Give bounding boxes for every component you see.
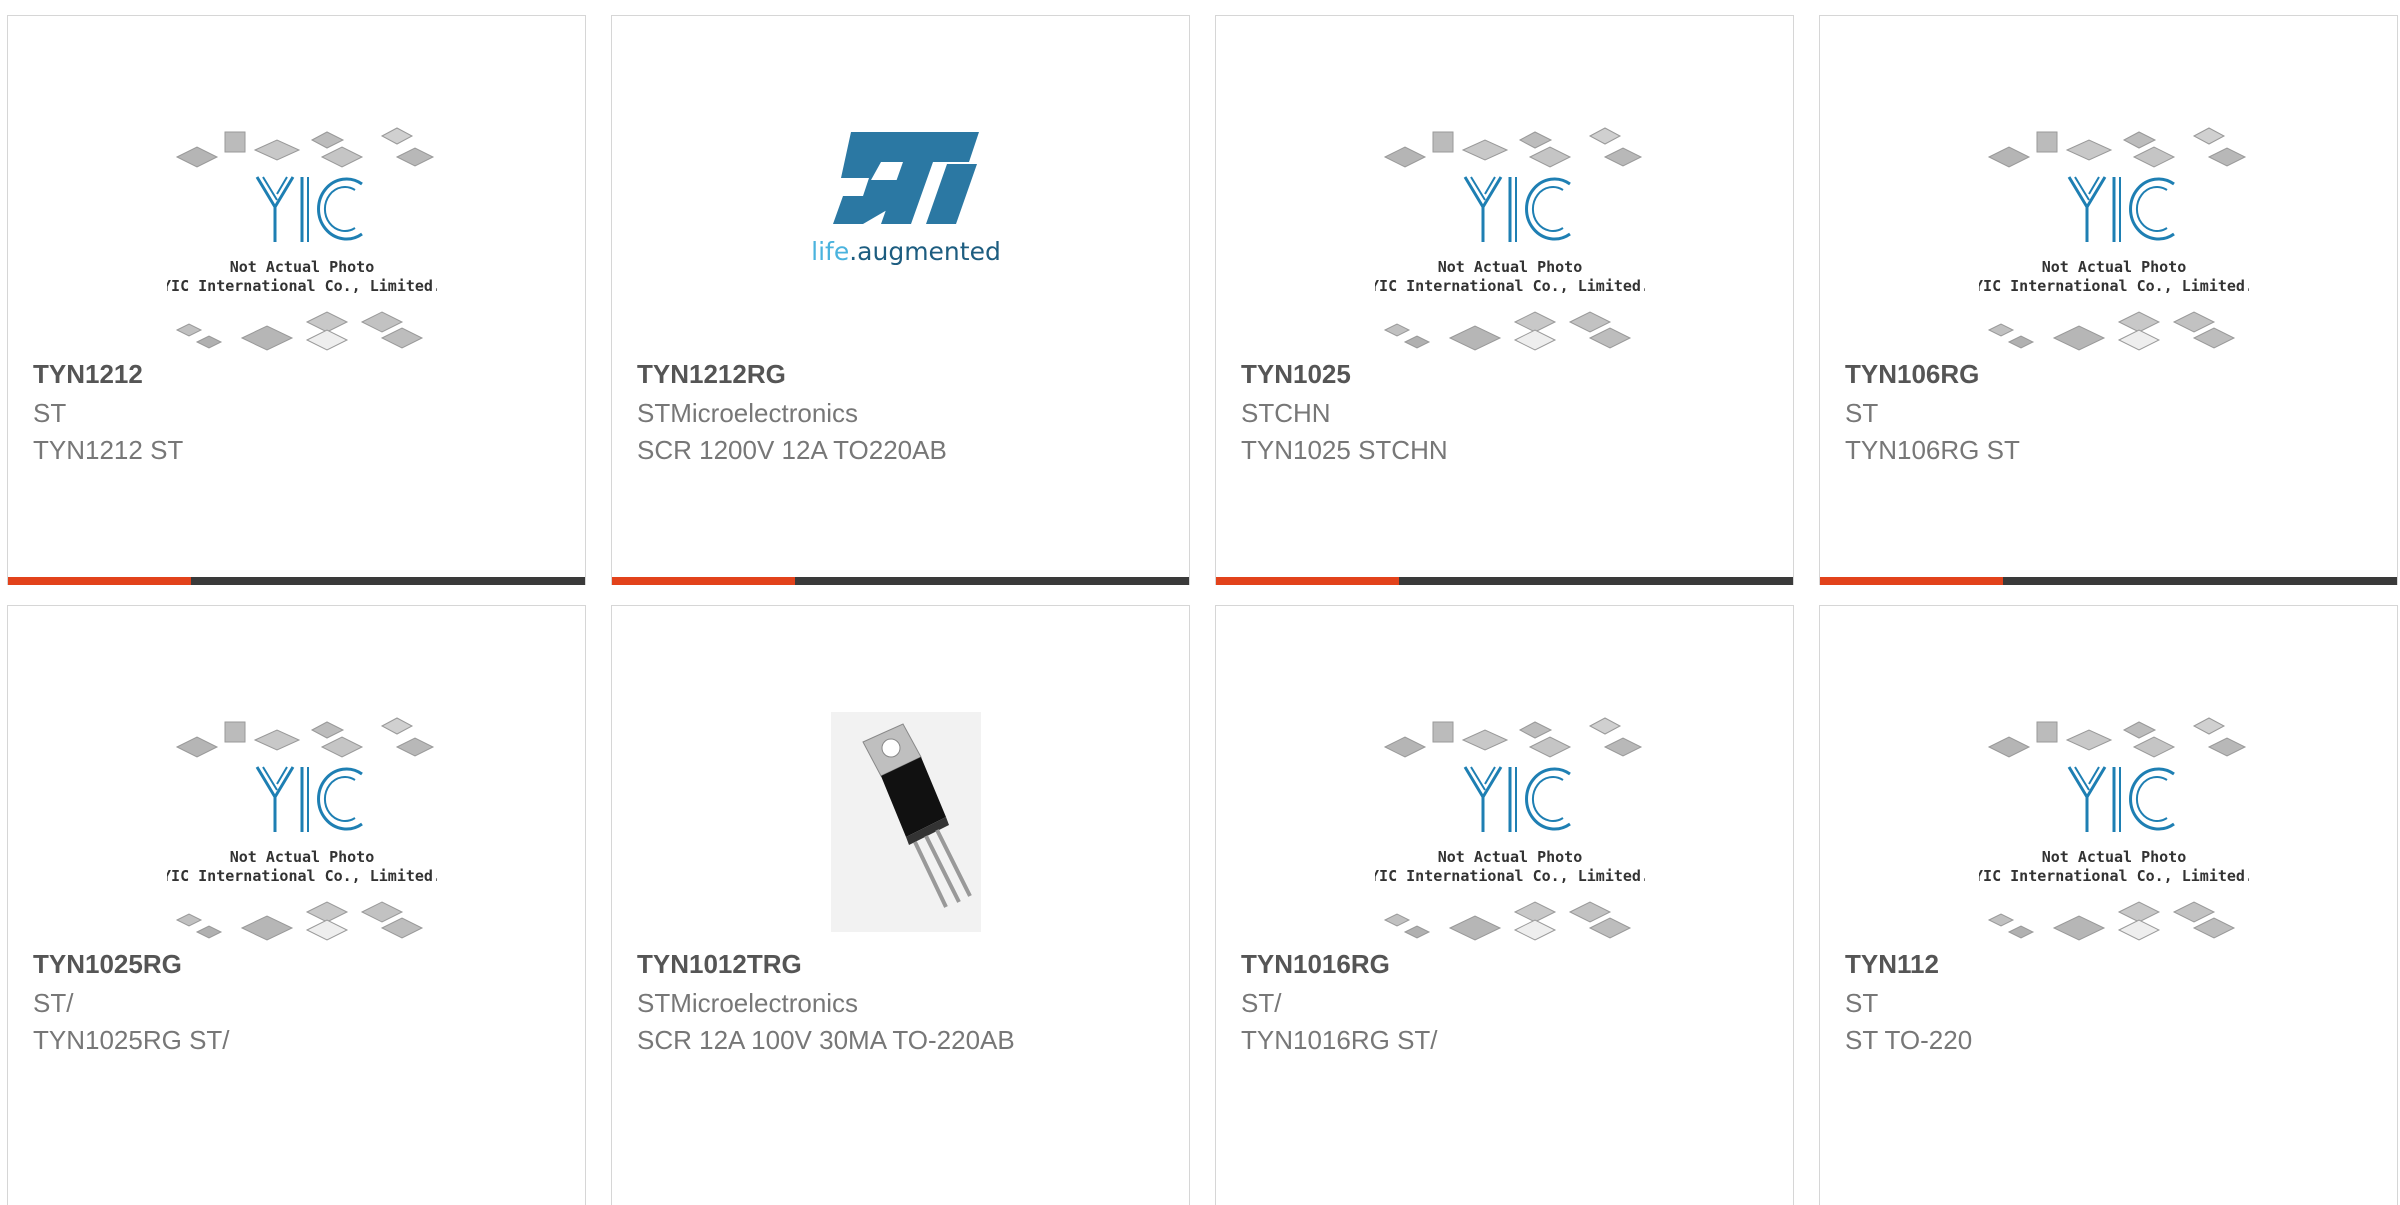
st-tagline: life.augmented: [811, 237, 1001, 266]
product-thumbnail[interactable]: Not Actual Photo YIC International Co., …: [1979, 687, 2249, 957]
yic-placeholder-image: Not Actual Photo YIC International Co., …: [167, 127, 437, 351]
product-card[interactable]: Not Actual Photo YIC International Co., …: [1819, 15, 2398, 585]
product-card[interactable]: Not Actual Photo YIC International Co., …: [7, 605, 586, 1205]
product-thumbnail[interactable]: Not Actual Photo YIC International Co., …: [1375, 97, 1645, 367]
product-description: ST TO-220: [1845, 1025, 1973, 1055]
product-part-number[interactable]: TYN106RG: [1845, 359, 1979, 390]
product-card[interactable]: life.augmented TYN1212RG STMicroelectroni…: [611, 15, 1190, 585]
yic-placeholder-image: Not Actual Photo YIC International Co., …: [167, 717, 437, 941]
yic-placeholder-image: Not Actual Photo YIC International Co., …: [1979, 717, 2249, 941]
yic-placeholder-image: Not Actual Photo YIC International Co., …: [1375, 717, 1645, 941]
placeholder-line1: Not Actual Photo: [1438, 848, 1583, 866]
product-description: TYN1025RG ST/: [33, 1025, 230, 1055]
product-description: TYN1016RG ST/: [1241, 1025, 1438, 1055]
yic-logo-icon: [1463, 766, 1571, 832]
product-manufacturer: ST/: [33, 988, 74, 1018]
st-logo-icon: [833, 132, 979, 224]
product-thumbnail[interactable]: Not Actual Photo YIC International Co., …: [167, 687, 437, 957]
product-part-number[interactable]: TYN1025: [1241, 359, 1351, 390]
product-part-number[interactable]: TYN112: [1845, 949, 1939, 980]
placeholder-line2: YIC International Co., Limited.: [1979, 277, 2249, 295]
product-thumbnail[interactable]: [771, 687, 1041, 957]
product-manufacturer: STCHN: [1241, 398, 1331, 428]
placeholder-line1: Not Actual Photo: [2042, 258, 2187, 276]
product-description: SCR 1200V 12A TO220AB: [637, 435, 947, 465]
card-bottom-bar: [1216, 577, 1793, 585]
placeholder-line2: YIC International Co., Limited.: [167, 867, 437, 885]
product-card[interactable]: Not Actual Photo YIC International Co., …: [7, 15, 586, 585]
product-part-number[interactable]: TYN1012TRG: [637, 949, 802, 980]
placeholder-line1: Not Actual Photo: [230, 848, 375, 866]
product-description: TYN106RG ST: [1845, 435, 2020, 465]
card-bottom-bar: [8, 577, 585, 585]
yic-logo-icon: [255, 176, 363, 242]
yic-logo-icon: [1463, 176, 1571, 242]
product-card[interactable]: Not Actual Photo YIC International Co., …: [1215, 15, 1794, 585]
card-accent-stripe: [1820, 577, 2003, 585]
yic-logo-icon: [2067, 766, 2175, 832]
product-manufacturer: ST/: [1241, 988, 1282, 1018]
st-logo-image: life.augmented: [811, 132, 1001, 266]
yic-placeholder-image: Not Actual Photo YIC International Co., …: [1979, 127, 2249, 351]
to220-package-photo: [831, 712, 981, 932]
product-part-number[interactable]: TYN1025RG: [33, 949, 182, 980]
card-accent-stripe: [8, 577, 191, 585]
product-manufacturer: STMicroelectronics: [637, 988, 859, 1018]
product-part-number[interactable]: TYN1212: [33, 359, 143, 390]
card-bottom-bar: [1820, 577, 2397, 585]
product-manufacturer: ST: [1845, 988, 1879, 1018]
placeholder-line1: Not Actual Photo: [2042, 848, 2187, 866]
yic-placeholder-image: Not Actual Photo YIC International Co., …: [1375, 127, 1645, 351]
product-description: TYN1212 ST: [33, 435, 184, 465]
product-thumbnail[interactable]: Not Actual Photo YIC International Co., …: [1375, 687, 1645, 957]
product-card[interactable]: Not Actual Photo YIC International Co., …: [1819, 605, 2398, 1205]
placeholder-line1: Not Actual Photo: [1438, 258, 1583, 276]
placeholder-line2: YIC International Co., Limited.: [1979, 867, 2249, 885]
product-card[interactable]: Not Actual Photo YIC International Co., …: [1215, 605, 1794, 1205]
product-manufacturer: STMicroelectronics: [637, 398, 859, 428]
product-part-number[interactable]: TYN1016RG: [1241, 949, 1390, 980]
yic-logo-icon: [255, 766, 363, 832]
product-manufacturer: ST: [1845, 398, 1879, 428]
product-card[interactable]: TYN1012TRG STMicroelectronics SCR 12A 100V…: [611, 605, 1190, 1205]
product-description: SCR 12A 100V 30MA TO-220AB: [637, 1025, 1015, 1055]
placeholder-line2: YIC International Co., Limited.: [167, 277, 437, 295]
placeholder-line1: Not Actual Photo: [230, 258, 375, 276]
card-accent-stripe: [612, 577, 795, 585]
product-thumbnail[interactable]: Not Actual Photo YIC International Co., …: [167, 97, 437, 367]
card-accent-stripe: [1216, 577, 1399, 585]
product-thumbnail[interactable]: life.augmented: [771, 97, 1041, 367]
card-bottom-bar: [612, 577, 1189, 585]
placeholder-line2: YIC International Co., Limited.: [1375, 867, 1645, 885]
product-part-number[interactable]: TYN1212RG: [637, 359, 786, 390]
yic-logo-icon: [2067, 176, 2175, 242]
product-thumbnail[interactable]: Not Actual Photo YIC International Co., …: [1979, 97, 2249, 367]
product-description: TYN1025 STCHN: [1241, 435, 1448, 465]
product-grid: Not Actual Photo YIC International Co., …: [0, 0, 2400, 1205]
placeholder-line2: YIC International Co., Limited.: [1375, 277, 1645, 295]
product-manufacturer: ST: [33, 398, 67, 428]
